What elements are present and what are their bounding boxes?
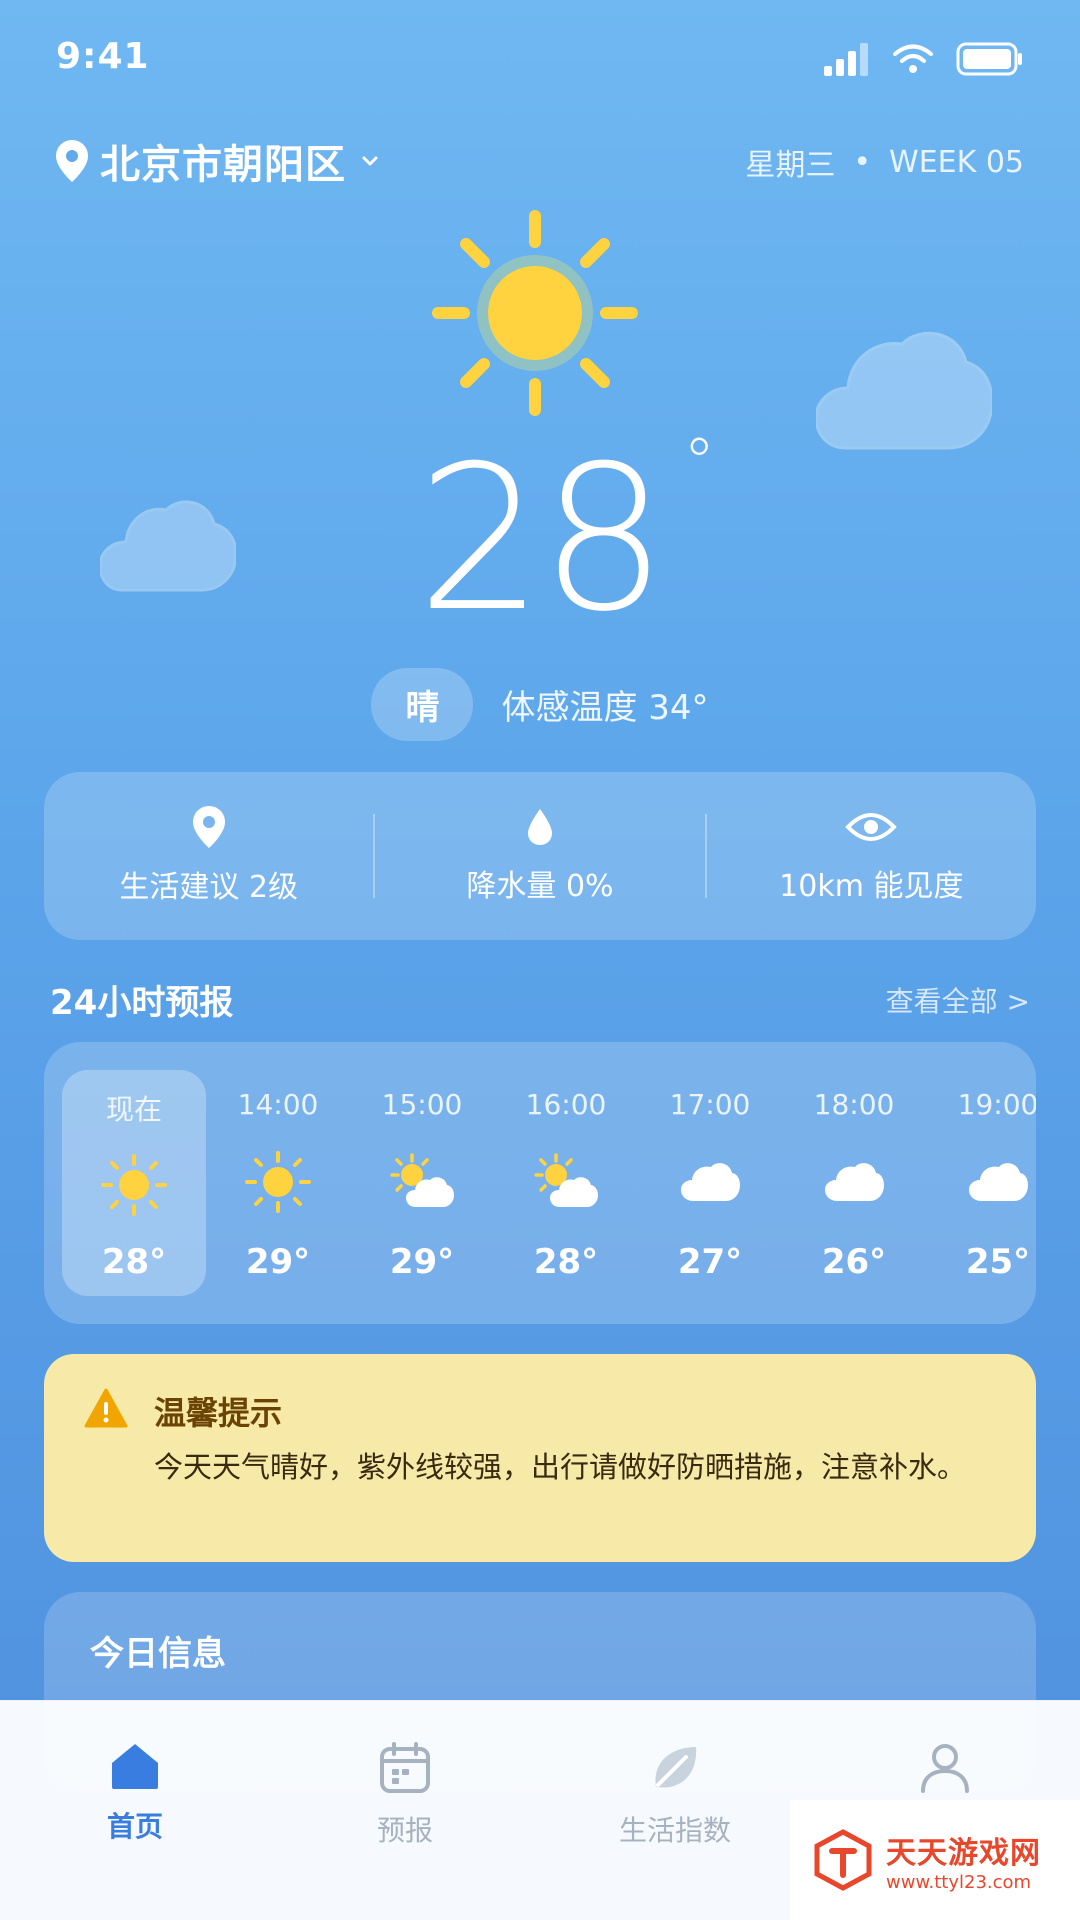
wifi-icon bbox=[893, 44, 933, 73]
hour-temp: 26° bbox=[821, 1242, 887, 1282]
weekday: 星期三 bbox=[745, 148, 836, 183]
chevron-down-icon bbox=[362, 156, 378, 166]
location-selector[interactable]: 北京市朝阳区 bbox=[56, 132, 382, 190]
feels-like-text: 体感温度 34° bbox=[501, 688, 709, 728]
location-pin-icon bbox=[192, 806, 225, 848]
cloud-icon bbox=[816, 331, 992, 450]
tab-forecast[interactable]: 预报 bbox=[270, 1701, 540, 1920]
hour-temp: 28° bbox=[101, 1242, 167, 1282]
sun-icon bbox=[432, 210, 638, 416]
hour-time: 18:00 bbox=[813, 1088, 895, 1121]
hour-temp: 29° bbox=[389, 1242, 455, 1282]
condition-badge: 晴 bbox=[371, 668, 474, 741]
hour-item[interactable]: 19:00 25° bbox=[926, 1070, 1036, 1296]
stat-precipitation[interactable]: 降水量 0% bbox=[375, 807, 704, 905]
sun-icon bbox=[101, 1154, 167, 1216]
location-pin-icon bbox=[56, 140, 88, 182]
watermark: 天天游戏网 www.ttyl23.com bbox=[790, 1800, 1080, 1920]
tab-label: 生活指数 bbox=[618, 1814, 731, 1847]
hourly-forecast-title: 24小时预报 bbox=[50, 983, 234, 1023]
status-icons bbox=[824, 42, 1024, 76]
hour-temp: 28° bbox=[533, 1242, 599, 1282]
stat-label: 生活建议 2级 bbox=[119, 870, 298, 905]
current-temperature: 28 ° bbox=[0, 431, 1080, 640]
leaf-icon bbox=[655, 1747, 697, 1788]
hour-item[interactable]: 18:00 26° bbox=[782, 1070, 926, 1296]
stats-card: 生活建议 2级 降水量 0% 10km 能见度 bbox=[44, 772, 1036, 940]
warning-icon bbox=[84, 1388, 128, 1428]
status-time: 9:41 bbox=[56, 36, 150, 77]
today-info-title: 今日信息 bbox=[90, 1634, 226, 1674]
hourly-list: 现在 28° 14:00 29° 15:00 29° 16:00 28° 17:… bbox=[62, 1070, 1036, 1296]
hour-item[interactable]: 15:00 29° bbox=[350, 1070, 494, 1296]
hour-time: 16:00 bbox=[525, 1088, 607, 1121]
partly-cloudy-icon bbox=[390, 1152, 454, 1207]
stat-label: 10km 能见度 bbox=[779, 869, 964, 904]
tab-label: 首页 bbox=[106, 1810, 163, 1843]
stat-visibility[interactable]: 10km 能见度 bbox=[707, 807, 1036, 905]
battery-icon bbox=[956, 42, 1022, 76]
stat-label: 降水量 0% bbox=[466, 869, 614, 904]
calendar-icon bbox=[380, 1742, 430, 1793]
hour-temp: 27° bbox=[677, 1242, 743, 1282]
watermark-logo-icon bbox=[814, 1829, 872, 1891]
hour-item[interactable]: 14:00 29° bbox=[206, 1070, 350, 1296]
hour-item[interactable]: 17:00 27° bbox=[638, 1070, 782, 1296]
watermark-url: www.ttyl23.com bbox=[886, 1871, 1032, 1893]
week-number: WEEK 05 bbox=[889, 144, 1024, 180]
water-drop-icon bbox=[527, 809, 552, 845]
hour-item[interactable]: 现在 28° bbox=[62, 1070, 206, 1296]
hour-time: 19:00 bbox=[957, 1088, 1036, 1121]
hour-time: 15:00 bbox=[381, 1088, 463, 1121]
cloud-icon bbox=[681, 1162, 740, 1201]
cloud-icon bbox=[825, 1162, 884, 1201]
hour-temp: 29° bbox=[245, 1242, 311, 1282]
tab-life-index[interactable]: 生活指数 bbox=[540, 1701, 810, 1920]
sun-icon bbox=[245, 1150, 311, 1213]
watermark-title: 天天游戏网 bbox=[886, 1835, 1041, 1871]
signal-icon bbox=[824, 43, 868, 76]
date-week: 星期三 • WEEK 05 bbox=[745, 140, 1024, 184]
degree-symbol: ° bbox=[683, 426, 715, 500]
hour-time: 14:00 bbox=[237, 1088, 319, 1121]
hour-temp: 25° bbox=[965, 1242, 1031, 1282]
tab-home[interactable]: 首页 bbox=[0, 1701, 270, 1920]
hour-time: 17:00 bbox=[669, 1088, 751, 1121]
separator-dot: • bbox=[853, 144, 872, 180]
tip-text: 今天天气晴好，紫外线较强，出行请做好防晒措施，注意补水。 bbox=[154, 1450, 967, 1484]
tab-label: 预报 bbox=[376, 1814, 433, 1847]
temperature-value: 28 bbox=[416, 423, 667, 656]
tip-title: 温馨提示 bbox=[154, 1394, 283, 1432]
location-name: 北京市朝阳区 bbox=[100, 142, 346, 188]
stat-life-advice[interactable]: 生活建议 2级 bbox=[44, 806, 373, 906]
partly-cloudy-icon bbox=[534, 1152, 598, 1207]
eye-icon bbox=[845, 813, 898, 841]
home-icon bbox=[112, 1744, 158, 1789]
cloud-icon bbox=[969, 1162, 1028, 1201]
view-all-link[interactable]: 查看全部 > bbox=[886, 980, 1030, 1020]
hour-item[interactable]: 16:00 28° bbox=[494, 1070, 638, 1296]
user-icon bbox=[921, 1744, 969, 1793]
hour-time: 现在 bbox=[105, 1093, 162, 1126]
hourly-forecast-card[interactable]: 现在 28° 14:00 29° 15:00 29° 16:00 28° 17:… bbox=[44, 1042, 1036, 1324]
condition-row: 晴 体感温度 34° bbox=[0, 668, 1080, 741]
tip-card: 温馨提示 今天天气晴好，紫外线较强，出行请做好防晒措施，注意补水。 bbox=[44, 1354, 1036, 1562]
